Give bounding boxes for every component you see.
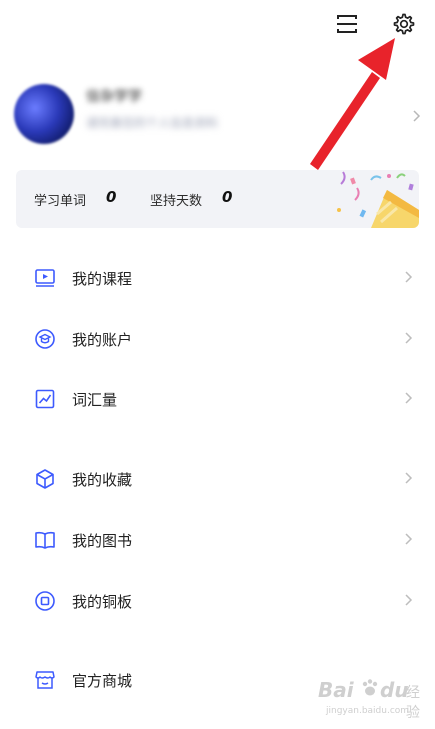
menu-label-courses: 我的课程	[72, 270, 133, 288]
menu-item-favorites[interactable]: 我的收藏	[0, 456, 435, 502]
account-icon	[35, 329, 55, 349]
baidu-jingyan-watermark: Bai du 经验 jingyan.baidu.com	[318, 676, 433, 722]
course-icon	[35, 269, 55, 287]
words-value: 0	[106, 188, 117, 206]
menu-item-books[interactable]: 我的图书	[0, 517, 435, 563]
gear-icon	[393, 13, 415, 35]
chevron-right-icon	[405, 533, 413, 545]
chevron-right-icon	[405, 332, 413, 344]
chevron-right-icon	[405, 594, 413, 606]
menu-label-store: 官方商城	[72, 672, 133, 690]
menu-item-account[interactable]: 我的账户	[0, 316, 435, 362]
menu-item-coins[interactable]: 我的铜板	[0, 578, 435, 624]
chevron-right-icon	[405, 271, 413, 283]
top-bar	[0, 0, 435, 50]
menu-item-vocabulary[interactable]: 词汇量	[0, 376, 435, 422]
scan-button[interactable]	[333, 10, 361, 38]
watermark-brand: Bai	[318, 678, 354, 702]
scan-icon	[337, 15, 357, 33]
days-label: 坚持天数	[150, 194, 203, 209]
days-value: 0	[222, 188, 233, 206]
coin-icon	[35, 591, 55, 611]
menu-label-account: 我的账户	[72, 331, 133, 349]
chevron-right-icon	[413, 110, 421, 122]
chevron-right-icon	[405, 472, 413, 484]
books-icon	[35, 531, 55, 549]
menu-label-books: 我的图书	[72, 532, 133, 550]
username: 信杂学学	[86, 89, 142, 105]
settings-button[interactable]	[390, 10, 418, 38]
words-label: 学习单词	[34, 194, 87, 209]
menu-item-courses[interactable]: 我的课程	[0, 255, 435, 301]
menu-label-coins: 我的铜板	[72, 593, 133, 611]
stats-card: 学习单词 0 坚持天数 0	[16, 170, 419, 228]
baidu-paw-icon	[362, 679, 378, 696]
menu-label-favorites: 我的收藏	[72, 471, 133, 489]
vocabulary-icon	[35, 389, 55, 409]
store-icon	[35, 671, 55, 689]
avatar[interactable]	[14, 84, 74, 144]
chevron-right-icon	[405, 392, 413, 404]
profile-card[interactable]: 信杂学学 请完善您的个人信息资料	[0, 70, 435, 160]
watermark-jingyan: 经验	[406, 685, 420, 721]
watermark-paw: du	[380, 678, 409, 702]
party-popper-icon	[337, 171, 419, 228]
profile-subtitle: 请完善您的个人信息资料	[86, 116, 219, 130]
menu-label-vocabulary: 词汇量	[72, 391, 118, 409]
favorites-icon	[36, 469, 54, 489]
watermark-url: jingyan.baidu.com	[326, 706, 410, 716]
